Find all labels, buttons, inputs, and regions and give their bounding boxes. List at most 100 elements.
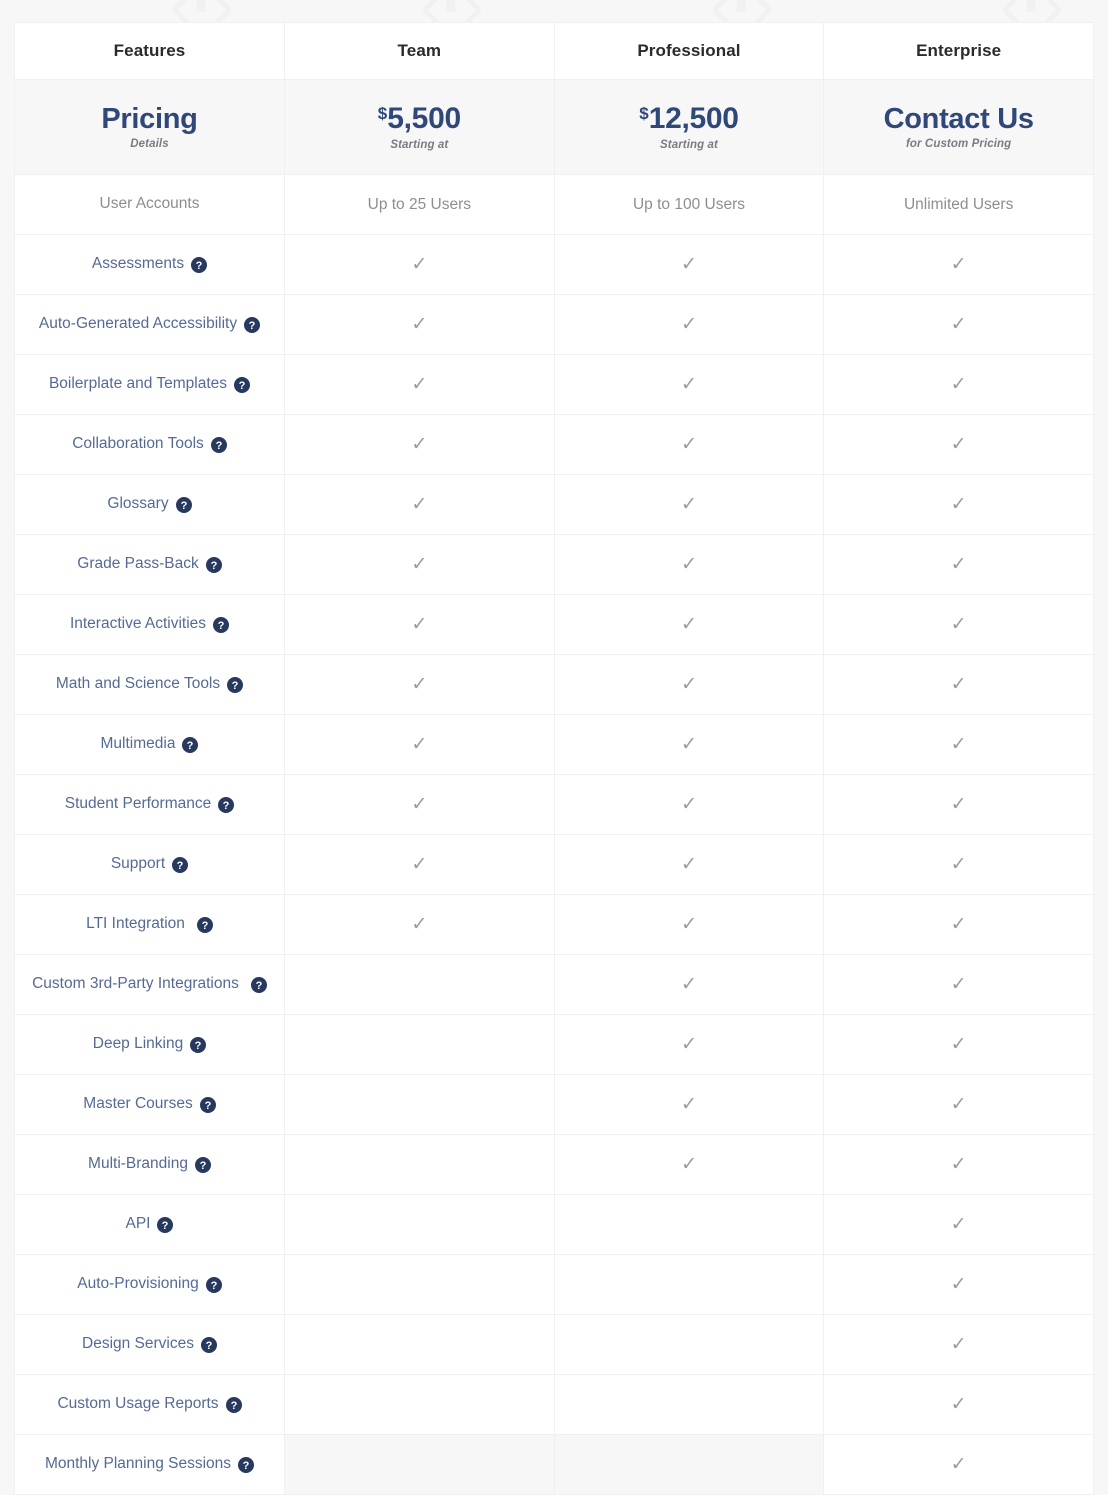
feature-label: Support? bbox=[111, 855, 189, 874]
currency-symbol: $ bbox=[639, 104, 649, 124]
help-circle-icon[interactable]: ? bbox=[225, 1396, 242, 1413]
feature-label-text: Math and Science Tools bbox=[55, 675, 221, 693]
check-icon: ✓ bbox=[681, 373, 697, 395]
help-circle-icon[interactable]: ? bbox=[205, 1276, 222, 1293]
price-value: 5,500 bbox=[387, 102, 461, 136]
check-icon: ✓ bbox=[681, 553, 697, 575]
table-header-row: Features Team Professional Enterprise bbox=[14, 22, 1094, 80]
feature-label: Grade Pass-Back? bbox=[77, 555, 222, 574]
feature-name-cell: Collaboration Tools? bbox=[14, 414, 285, 475]
feature-label: Multi-Branding? bbox=[88, 1155, 211, 1174]
help-circle-icon[interactable]: ? bbox=[201, 1336, 217, 1353]
check-icon: ✓ bbox=[950, 733, 967, 755]
check-icon: ✓ bbox=[681, 973, 697, 995]
help-circle-icon[interactable]: ? bbox=[175, 496, 192, 513]
cell-team: ✓ bbox=[284, 834, 555, 895]
feature-label: Multimedia? bbox=[101, 735, 199, 754]
check-icon: ✓ bbox=[950, 973, 967, 995]
cell-professional: ✓ bbox=[553, 894, 825, 955]
cell-enterprise: ✓ bbox=[823, 534, 1094, 595]
help-circle-icon[interactable]: ? bbox=[157, 1216, 174, 1233]
feature-label-text: Auto-Provisioning bbox=[77, 1275, 199, 1293]
check-icon: ✓ bbox=[950, 1393, 967, 1415]
cell-professional: ✓ bbox=[553, 1134, 825, 1195]
cell-professional: ✓ bbox=[553, 654, 825, 715]
check-icon: ✓ bbox=[411, 553, 428, 575]
cell-team-empty bbox=[284, 954, 555, 1015]
feature-label: Glossary? bbox=[107, 495, 192, 514]
cell-enterprise: ✓ bbox=[823, 294, 1094, 355]
feature-label: Student Performance? bbox=[65, 795, 235, 814]
help-circle-icon[interactable]: ? bbox=[191, 256, 208, 273]
cell-team-empty bbox=[284, 1254, 555, 1315]
help-circle-icon[interactable]: ? bbox=[210, 436, 227, 453]
cell-professional-empty bbox=[553, 1314, 825, 1375]
cell-team-empty bbox=[284, 1074, 555, 1135]
help-circle-icon[interactable]: ? bbox=[244, 316, 261, 333]
check-icon: ✓ bbox=[950, 253, 967, 275]
help-circle-icon[interactable]: ? bbox=[172, 856, 189, 873]
cell-enterprise: ✓ bbox=[823, 414, 1094, 475]
cell-professional: ✓ bbox=[553, 1074, 825, 1135]
table-row: Custom Usage Reports? ✓ bbox=[14, 1374, 1094, 1435]
feature-label: Custom 3rd-Party Integrations? bbox=[32, 975, 267, 994]
check-icon: ✓ bbox=[950, 553, 967, 575]
table-row: Auto-Provisioning? ✓ bbox=[14, 1254, 1094, 1315]
check-icon: ✓ bbox=[950, 913, 967, 935]
help-circle-icon[interactable]: ? bbox=[194, 1156, 211, 1173]
feature-label-text: Interactive Activities bbox=[69, 615, 207, 633]
check-icon: ✓ bbox=[411, 313, 428, 335]
feature-name-cell: Support? bbox=[14, 834, 285, 895]
cell-enterprise: ✓ bbox=[823, 1134, 1094, 1195]
table-row: Collaboration Tools? ✓ ✓ ✓ bbox=[14, 414, 1094, 475]
help-circle-icon[interactable]: ? bbox=[234, 376, 251, 393]
column-header-team: Team bbox=[284, 22, 555, 80]
help-circle-icon[interactable]: ? bbox=[196, 916, 213, 933]
check-icon: ✓ bbox=[411, 733, 428, 755]
check-icon: ✓ bbox=[411, 853, 428, 875]
pricing-cell-features: Pricing Details bbox=[14, 79, 285, 175]
feature-name-cell: Grade Pass-Back? bbox=[14, 534, 285, 595]
table-row: Deep Linking? ✓ ✓ bbox=[14, 1014, 1094, 1075]
price-note-enterprise: for Custom Pricing bbox=[905, 138, 1012, 151]
cell-team: ✓ bbox=[284, 414, 555, 475]
help-circle-icon[interactable]: ? bbox=[250, 976, 267, 993]
feature-label-text: Master Courses bbox=[83, 1095, 193, 1113]
table-row: Interactive Activities? ✓ ✓ ✓ bbox=[14, 594, 1094, 655]
check-icon: ✓ bbox=[681, 253, 697, 275]
feature-label-text: Collaboration Tools bbox=[72, 435, 204, 453]
feature-label: Auto-Generated Accessibility? bbox=[39, 315, 261, 334]
table-row: Multimedia? ✓ ✓ ✓ bbox=[14, 714, 1094, 775]
feature-name-cell: LTI Integration? bbox=[14, 894, 285, 955]
svg-text:?: ? bbox=[206, 1340, 213, 1352]
help-circle-icon[interactable]: ? bbox=[213, 616, 230, 633]
feature-label: LTI Integration? bbox=[86, 915, 213, 934]
cell-team-empty bbox=[284, 1134, 555, 1195]
feature-label: Deep Linking? bbox=[93, 1035, 207, 1054]
help-circle-icon[interactable]: ? bbox=[218, 796, 235, 813]
cell-professional: ✓ bbox=[553, 1014, 825, 1075]
check-icon: ✓ bbox=[681, 913, 697, 935]
feature-label-text: Custom Usage Reports bbox=[57, 1395, 219, 1413]
help-circle-icon[interactable]: ? bbox=[199, 1096, 216, 1113]
feature-name-cell: Master Courses? bbox=[14, 1074, 285, 1135]
cell-professional: ✓ bbox=[553, 414, 825, 475]
feature-name-cell: Auto-Provisioning? bbox=[14, 1254, 285, 1315]
check-icon: ✓ bbox=[681, 313, 697, 335]
cell-professional: ✓ bbox=[553, 354, 825, 415]
cell-team: ✓ bbox=[284, 774, 555, 835]
help-circle-icon[interactable]: ? bbox=[227, 676, 244, 693]
help-circle-icon[interactable]: ? bbox=[182, 736, 199, 753]
cell-enterprise: ✓ bbox=[823, 654, 1094, 715]
help-circle-icon[interactable]: ? bbox=[190, 1036, 207, 1053]
pricing-title: Pricing bbox=[101, 102, 198, 135]
feature-name-cell: API? bbox=[14, 1194, 285, 1255]
feature-label-text: Boilerplate and Templates bbox=[48, 375, 228, 393]
feature-label: Master Courses? bbox=[83, 1095, 216, 1114]
feature-label-text: Multi-Branding bbox=[88, 1155, 188, 1173]
help-circle-icon[interactable]: ? bbox=[205, 556, 222, 573]
check-icon: ✓ bbox=[950, 433, 967, 455]
price-note-team: Starting at bbox=[390, 138, 449, 151]
price-note-professional: Starting at bbox=[660, 138, 718, 151]
column-header-features: Features bbox=[14, 22, 285, 80]
